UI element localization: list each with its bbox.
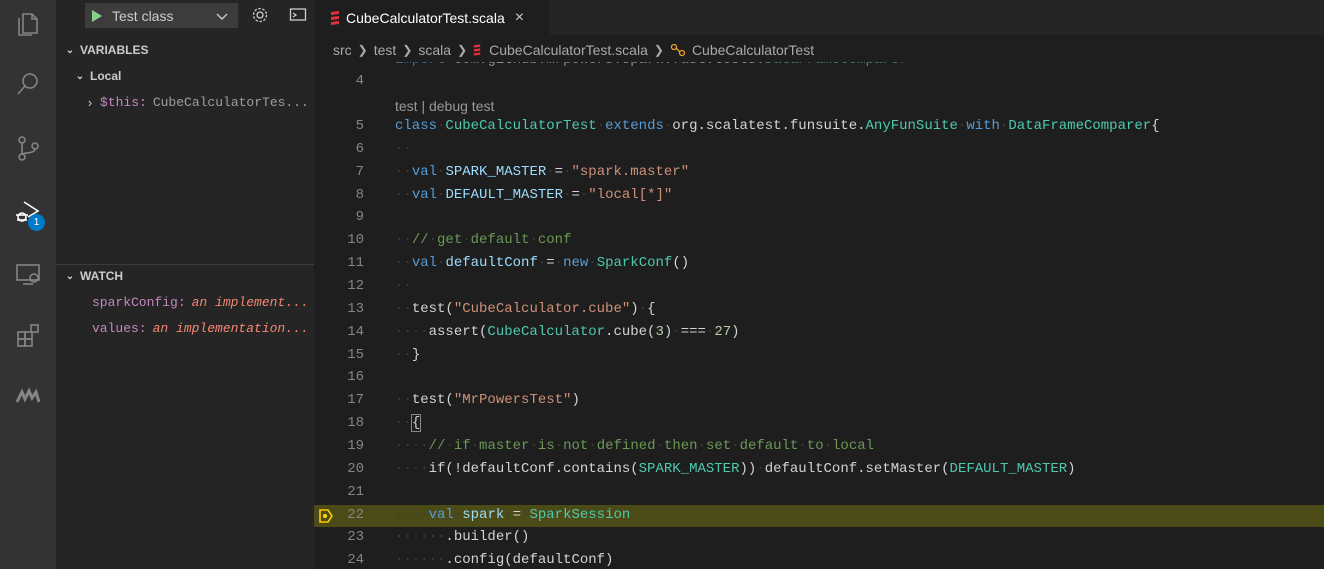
line-number: 11 bbox=[347, 255, 364, 271]
watch-section-header[interactable]: ⌄ WATCH bbox=[56, 265, 314, 287]
code-line: ······.config(defaultConf) bbox=[395, 552, 614, 568]
code-line: ··val·DEFAULT_MASTER·=·"local[*]" bbox=[395, 187, 673, 203]
breadcrumb-item[interactable]: src bbox=[333, 42, 352, 58]
activity-bar: 1 bbox=[0, 0, 56, 569]
chevron-down-icon bbox=[216, 13, 228, 20]
debug-sidebar: Test class ⌄ VARIABLES ⌄ Local › $this: … bbox=[56, 0, 314, 569]
scala-file-icon bbox=[331, 10, 339, 25]
watch-item[interactable]: values: an implementation... bbox=[56, 317, 314, 339]
watch-name: sparkConfig: bbox=[92, 294, 186, 310]
line-number: 8 bbox=[355, 187, 364, 203]
watch-title: WATCH bbox=[80, 269, 124, 283]
variable-row[interactable]: › $this: CubeCalculatorTes... bbox=[56, 91, 314, 113]
chevron-right-icon: ❯ bbox=[357, 43, 368, 57]
code-area[interactable]: import com.github.mrpowers.spark.fast.te… bbox=[314, 62, 1324, 569]
stack-frame-arrow-icon bbox=[319, 509, 333, 523]
chevron-right-icon: ❯ bbox=[457, 43, 468, 57]
line-number: 6 bbox=[355, 141, 364, 157]
code-line: import com.github.mrpowers.spark.fast.te… bbox=[395, 62, 908, 68]
code-line: ····//·if·master·is·not·defined·then·set… bbox=[395, 438, 875, 454]
start-debugging-icon[interactable] bbox=[92, 9, 102, 22]
watch-name: values: bbox=[92, 320, 147, 336]
line-number: 20 bbox=[347, 461, 364, 477]
watch-value: an implement... bbox=[191, 294, 309, 310]
chevron-down-icon: ⌄ bbox=[65, 44, 75, 56]
variable-value: CubeCalculatorTes... bbox=[152, 94, 309, 110]
variables-title: VARIABLES bbox=[80, 43, 149, 57]
source-control-icon[interactable] bbox=[0, 124, 56, 172]
line-number: 9 bbox=[355, 209, 364, 225]
code-line: ··//·get·default·conf bbox=[395, 232, 572, 248]
line-number: 19 bbox=[347, 438, 364, 454]
debug-badge: 1 bbox=[28, 214, 45, 231]
code-line: class·CubeCalculatorTest·extends·org.sca… bbox=[395, 118, 1160, 134]
chevron-right-icon: › bbox=[87, 94, 93, 110]
code-line: ··} bbox=[395, 347, 421, 363]
debug-toolbar: Test class bbox=[56, 0, 314, 32]
watch-item[interactable]: sparkConfig: an implement... bbox=[56, 291, 314, 313]
code-line: ····assert(CubeCalculator.cube(3)·===·27… bbox=[395, 324, 740, 340]
code-line: ··val·defaultConf·=·new·SparkConf() bbox=[395, 255, 690, 271]
remote-explorer-icon[interactable] bbox=[0, 250, 56, 298]
line-number: 14 bbox=[347, 324, 364, 340]
line-number: 13 bbox=[347, 301, 364, 317]
code-line: ··test("CubeCalculator.cube")·{ bbox=[395, 301, 656, 317]
code-line: ·· bbox=[395, 141, 412, 157]
chevron-down-icon: ⌄ bbox=[65, 270, 75, 282]
code-line: ··test("MrPowersTest") bbox=[395, 392, 580, 408]
line-number: 7 bbox=[355, 164, 364, 180]
line-number: 18 bbox=[347, 415, 364, 431]
line-number: 5 bbox=[355, 118, 364, 134]
close-icon[interactable]: × bbox=[515, 9, 524, 27]
scope-local[interactable]: ⌄ Local bbox=[56, 65, 314, 87]
line-number: 23 bbox=[347, 529, 364, 545]
line-number: 4 bbox=[355, 73, 364, 89]
tab-bar: CubeCalculatorTest.scala × bbox=[314, 0, 1324, 35]
variables-section-header[interactable]: ⌄ VARIABLES bbox=[56, 39, 314, 61]
scope-label: Local bbox=[90, 69, 122, 83]
metals-icon[interactable] bbox=[0, 372, 56, 420]
breadcrumb-item[interactable]: CubeCalculatorTest bbox=[692, 42, 814, 58]
code-line: ····val·spark·=·SparkSession bbox=[395, 507, 631, 523]
code-lens[interactable]: test | debug test bbox=[395, 98, 494, 114]
code-line: ·· bbox=[395, 278, 412, 294]
debug-config-label: Test class bbox=[112, 7, 174, 24]
code-line: ··{ bbox=[395, 414, 422, 432]
chevron-right-icon: ❯ bbox=[402, 43, 413, 57]
breadcrumb: src ❯ test ❯ scala ❯ CubeCalculatorTest.… bbox=[314, 38, 1324, 62]
tab-label: CubeCalculatorTest.scala bbox=[346, 9, 505, 26]
line-number: 16 bbox=[347, 369, 364, 385]
class-icon bbox=[670, 43, 686, 57]
chevron-down-icon: ⌄ bbox=[75, 70, 85, 82]
breadcrumb-item[interactable]: test bbox=[374, 42, 397, 58]
search-icon[interactable] bbox=[0, 60, 56, 108]
variable-name: $this: bbox=[100, 94, 147, 110]
line-number: 10 bbox=[347, 232, 364, 248]
code-line: ····if(!defaultConf.contains(SPARK_MASTE… bbox=[395, 461, 1076, 477]
debug-console-icon[interactable] bbox=[288, 5, 308, 25]
line-number: 17 bbox=[347, 392, 364, 408]
scala-file-icon bbox=[473, 44, 481, 56]
editor: CubeCalculatorTest.scala × src ❯ test ❯ … bbox=[314, 0, 1324, 569]
line-number: 12 bbox=[347, 278, 364, 294]
gear-icon[interactable] bbox=[250, 5, 270, 25]
chevron-right-icon: ❯ bbox=[653, 43, 664, 57]
line-number: 24 bbox=[347, 552, 364, 568]
extensions-icon[interactable] bbox=[0, 312, 56, 360]
explorer-icon[interactable] bbox=[0, 0, 56, 48]
line-number: 15 bbox=[347, 347, 364, 363]
code-line: ··val·SPARK_MASTER·=·"spark.master" bbox=[395, 164, 690, 180]
debug-config-select[interactable]: Test class bbox=[85, 3, 238, 28]
code-line: ······.builder() bbox=[395, 529, 530, 545]
tab-cubecalculatortest[interactable]: CubeCalculatorTest.scala × bbox=[314, 0, 550, 35]
run-debug-icon[interactable]: 1 bbox=[0, 188, 56, 236]
watch-value: an implementation... bbox=[152, 320, 309, 336]
line-number: 21 bbox=[347, 484, 364, 500]
breadcrumb-item[interactable]: scala bbox=[418, 42, 451, 58]
breadcrumb-item[interactable]: CubeCalculatorTest.scala bbox=[489, 42, 648, 58]
